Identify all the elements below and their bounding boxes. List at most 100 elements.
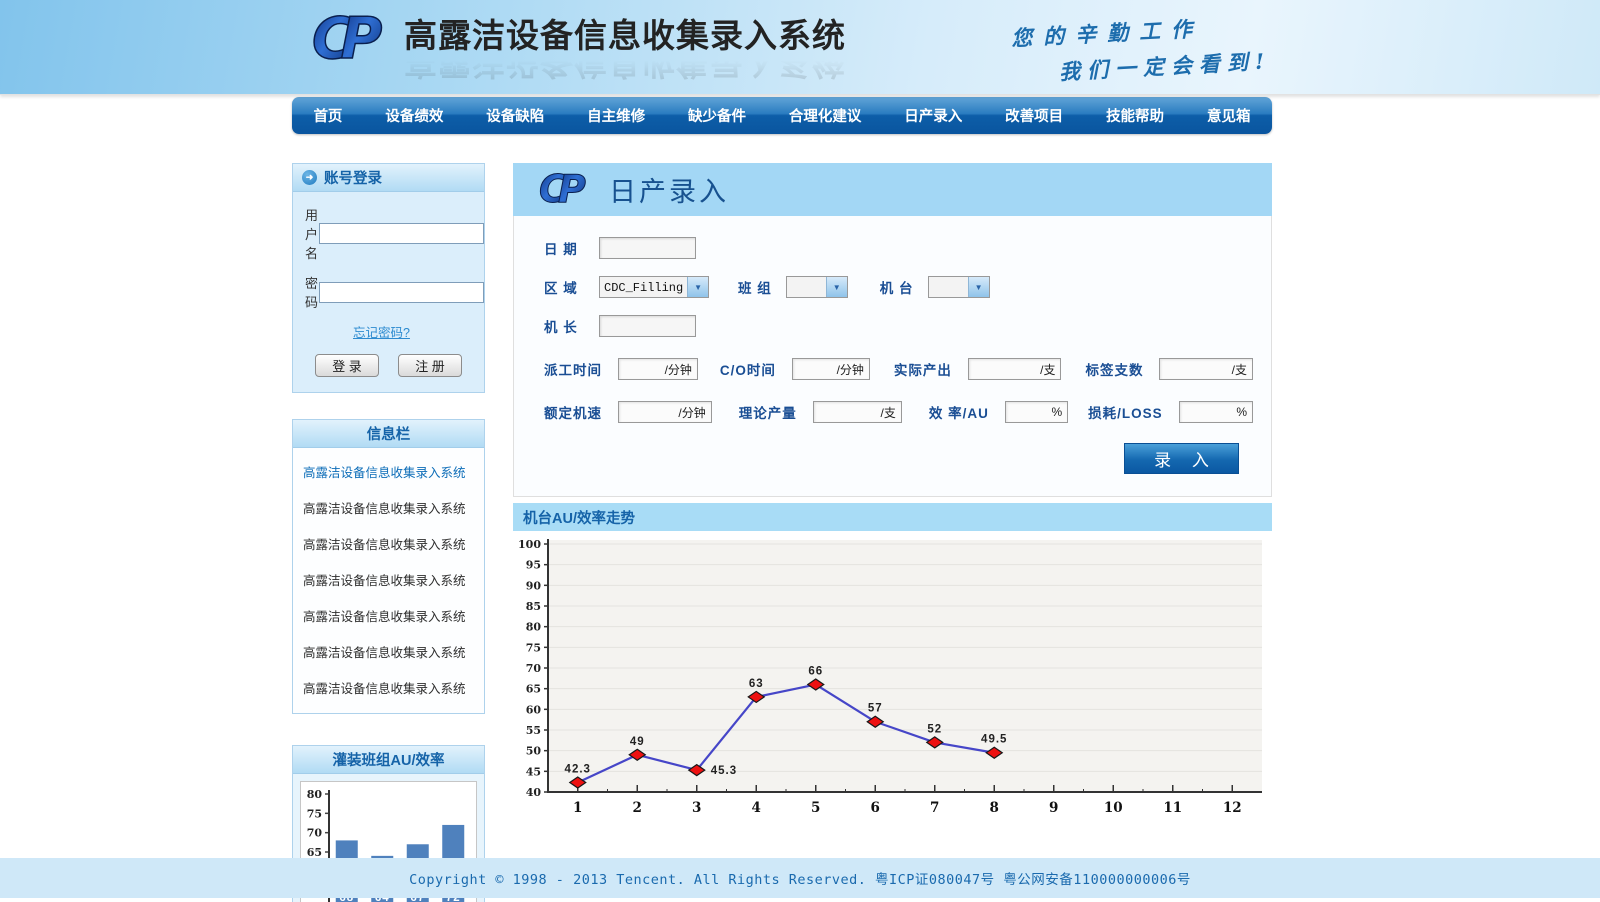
page-title: 日产录入 <box>609 170 729 209</box>
info-item-link[interactable]: 高露洁设备信息收集录入系统 <box>293 489 484 525</box>
svg-text:80: 80 <box>526 621 542 634</box>
header-banner: 高露洁设备信息收集录入系统 高露洁设备信息收集录入系统 您的辛勤工作 我们一定会… <box>0 0 1600 95</box>
svg-text:12: 12 <box>1223 800 1242 816</box>
login-panel: ➜ 账号登录 用户名 密 码 忘记密码? 登 录 注 册 <box>292 163 485 393</box>
sidebar: ➜ 账号登录 用户名 密 码 忘记密码? 登 录 注 册 <box>292 163 485 902</box>
svg-text:95: 95 <box>526 559 541 572</box>
svg-text:9: 9 <box>1049 800 1058 816</box>
page: 高露洁设备信息收集录入系统 高露洁设备信息收集录入系统 您的辛勤工作 我们一定会… <box>0 0 1600 902</box>
theory-output-input[interactable]: /支 <box>813 401 902 423</box>
main-nav: 首页 设备绩效 设备缺陷 自主维修 缺少备件 合理化建议 日产录入 改善项目 技… <box>292 97 1272 134</box>
label-count-input[interactable]: /支 <box>1159 358 1253 380</box>
machine-au-line-chart: 4045505560657075808590951001234567891011… <box>513 531 1272 823</box>
svg-text:57: 57 <box>868 703 883 715</box>
theory-output-unit: /支 <box>881 404 896 421</box>
dispatch-time-unit: /分钟 <box>665 361 692 378</box>
co-time-label: C/O时间 <box>720 359 776 379</box>
svg-text:63: 63 <box>749 678 764 690</box>
svg-text:45.3: 45.3 <box>711 765 737 777</box>
svg-text:66: 66 <box>808 666 823 678</box>
theory-output-label: 理论产量 <box>739 402 797 422</box>
nav-item-equipment-defect[interactable]: 设备缺陷 <box>480 105 550 126</box>
svg-text:100: 100 <box>518 538 541 551</box>
info-item-link[interactable]: 高露洁设备信息收集录入系统 <box>293 669 484 705</box>
svg-text:52: 52 <box>927 723 942 735</box>
nav-item-self-maintenance[interactable]: 自主维修 <box>581 105 651 126</box>
slogan-line-1: 您的辛勤工作 <box>1010 9 1269 52</box>
svg-text:85: 85 <box>526 600 541 613</box>
nav-item-home[interactable]: 首页 <box>307 105 348 126</box>
co-time-unit: /分钟 <box>837 361 864 378</box>
actual-output-label: 实际产出 <box>894 359 952 379</box>
info-item-link[interactable]: 高露洁设备信息收集录入系统 <box>293 561 484 597</box>
svg-text:10: 10 <box>1104 800 1123 816</box>
content: ➜ 账号登录 用户名 密 码 忘记密码? 登 录 注 册 <box>292 163 1272 902</box>
svg-text:2: 2 <box>633 800 642 816</box>
area-select-value: CDC_Filling <box>600 277 687 297</box>
svg-text:5: 5 <box>811 800 820 816</box>
date-input[interactable] <box>599 237 696 259</box>
dropdown-arrow-icon[interactable]: ▼ <box>968 277 989 297</box>
info-item-link[interactable]: 高露洁设备信息收集录入系统 <box>293 525 484 561</box>
svg-text:60: 60 <box>526 703 542 716</box>
dropdown-arrow-icon[interactable]: ▼ <box>826 277 847 297</box>
password-input[interactable] <box>319 282 484 303</box>
info-item-link[interactable]: 高露洁设备信息收集录入系统 <box>293 633 484 669</box>
forgot-password-link[interactable]: 忘记密码? <box>353 322 472 341</box>
username-input[interactable] <box>319 223 484 244</box>
svg-text:4: 4 <box>752 800 761 816</box>
rated-speed-unit: /分钟 <box>678 404 705 421</box>
svg-text:80: 80 <box>307 788 323 801</box>
actual-output-input[interactable]: /支 <box>968 358 1062 380</box>
svg-text:6: 6 <box>871 800 880 816</box>
nav-item-missing-parts[interactable]: 缺少备件 <box>682 105 752 126</box>
dropdown-arrow-icon[interactable]: ▼ <box>687 277 708 297</box>
colgate-cp-logo-icon <box>539 169 591 211</box>
trend-section-title: 机台AU/效率走势 <box>513 503 1272 531</box>
svg-text:11: 11 <box>1163 800 1182 816</box>
nav-item-daily-production-entry[interactable]: 日产录入 <box>898 105 968 126</box>
chief-input[interactable] <box>599 315 696 337</box>
svg-text:55: 55 <box>526 724 541 737</box>
svg-text:45: 45 <box>526 765 541 778</box>
svg-text:49.5: 49.5 <box>981 734 1007 746</box>
nav-item-equipment-performance[interactable]: 设备绩效 <box>379 105 449 126</box>
svg-text:49: 49 <box>630 736 645 748</box>
footer: Copyright © 1998 - 2013 Tencent. All Rig… <box>0 858 1600 898</box>
efficiency-input[interactable]: % <box>1005 401 1068 423</box>
loss-input[interactable]: % <box>1179 401 1253 423</box>
team-select[interactable]: ▼ <box>786 276 848 298</box>
svg-text:8: 8 <box>990 800 999 816</box>
area-label: 区 域 <box>544 277 599 297</box>
area-select[interactable]: CDC_Filling ▼ <box>599 276 709 298</box>
main-panel: 日产录入 日 期 区 域 CDC_Filling ▼ 班 组 ▼ <box>513 163 1272 823</box>
colgate-cp-logo-icon <box>312 8 390 72</box>
machine-label: 机 台 <box>880 277 914 297</box>
label-count-unit: /支 <box>1232 361 1247 378</box>
rated-speed-input[interactable]: /分钟 <box>618 401 712 423</box>
co-time-input[interactable]: /分钟 <box>792 358 870 380</box>
info-panel: 信息栏 高露洁设备信息收集录入系统 高露洁设备信息收集录入系统 高露洁设备信息收… <box>292 419 485 714</box>
nav-item-improvement-project[interactable]: 改善项目 <box>999 105 1069 126</box>
loss-label: 损耗/LOSS <box>1088 402 1163 422</box>
nav-item-skill-help[interactable]: 技能帮助 <box>1100 105 1170 126</box>
daily-entry-form: 日 期 区 域 CDC_Filling ▼ 班 组 ▼ 机 台 <box>513 216 1272 497</box>
login-panel-title: 账号登录 <box>324 167 382 188</box>
arrow-circle-icon: ➜ <box>302 170 317 185</box>
submit-entry-button[interactable]: 录 入 <box>1124 443 1239 474</box>
info-panel-title: 信息栏 <box>293 420 484 448</box>
brand: 高露洁设备信息收集录入系统 高露洁设备信息收集录入系统 <box>312 8 846 80</box>
nav-item-suggestion-box[interactable]: 意见箱 <box>1201 105 1257 126</box>
date-label: 日 期 <box>544 238 599 258</box>
password-label: 密 码 <box>305 273 319 311</box>
register-button[interactable]: 注 册 <box>398 354 462 377</box>
info-item-link[interactable]: 高露洁设备信息收集录入系统 <box>293 597 484 633</box>
svg-text:1: 1 <box>573 800 582 816</box>
dispatch-time-input[interactable]: /分钟 <box>618 358 698 380</box>
slogan-line-2: 我们一定会看到! <box>1058 45 1271 86</box>
nav-item-rationalization-suggestion[interactable]: 合理化建议 <box>783 105 868 126</box>
info-item-link[interactable]: 高露洁设备信息收集录入系统 <box>293 453 484 489</box>
app-title-reflection: 高露洁设备信息收集录入系统 <box>404 54 846 80</box>
machine-select[interactable]: ▼ <box>928 276 990 298</box>
login-button[interactable]: 登 录 <box>315 354 379 377</box>
